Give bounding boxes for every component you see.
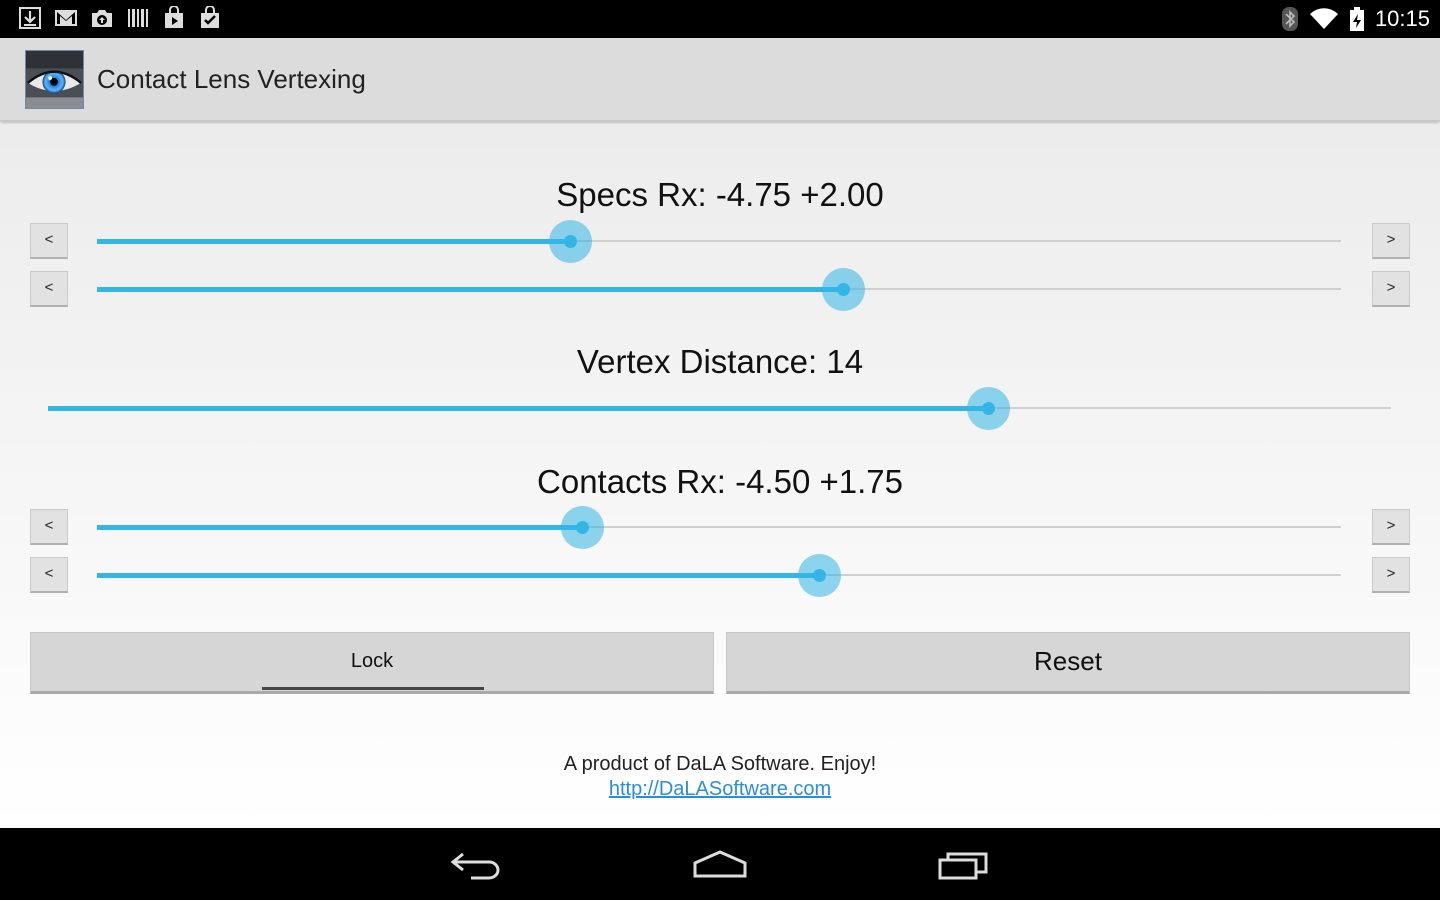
contacts-sphere-slider[interactable] [97,505,1341,549]
contacts-sphere-decrement-button[interactable]: < [30,509,68,545]
bluetooth-icon [1281,7,1298,31]
lock-button[interactable]: Lock [30,632,714,694]
specs-cylinder-increment-button[interactable]: > [1372,271,1410,307]
lock-button-label: Lock [350,650,394,672]
action-bar: Contact Lens Vertexing [0,38,1440,122]
slider-fill [48,406,989,411]
slider-fill [97,287,844,292]
gmail-icon [55,10,77,26]
toggle-indicator [262,687,484,690]
specs-rx-label: Specs Rx: -4.75 +2.00 [556,176,884,213]
vertex-distance-label: Vertex Distance: 14 [576,343,864,380]
slider-fill [97,573,819,578]
contacts-rx-label: Contacts Rx: -4.50 +1.75 [537,463,903,500]
footer-credit: A product of DaLA Software. Enjoy! [563,753,877,775]
slider-thumb-dot [812,569,826,582]
specs-sphere-decrement-button[interactable]: < [30,223,68,259]
play-store-icon [165,6,183,28]
wifi-icon [1309,8,1338,30]
specs-cylinder-slider[interactable] [97,267,1341,311]
contacts-cylinder-slider[interactable] [97,553,1341,597]
slider-fill [97,239,570,244]
battery-icon [1349,7,1364,31]
reset-button[interactable]: Reset [726,632,1410,694]
status-bar: 10:15 [0,0,1440,38]
slider-fill [97,525,583,530]
notification-icons [18,6,222,30]
barcode-icon [128,9,148,27]
specs-cylinder-decrement-button[interactable]: < [30,271,68,307]
footer-link-container: http://DaLASoftware.com [0,778,1440,801]
vertex-distance-slider[interactable] [48,386,1391,430]
contacts-sphere-increment-button[interactable]: > [1372,509,1410,545]
main-content: Specs Rx: -4.75 +2.00 < > < > Vertex Dis… [0,124,1440,828]
contacts-cylinder-increment-button[interactable]: > [1372,557,1410,593]
back-icon[interactable] [447,846,507,882]
slider-thumb-dot [563,235,577,248]
specs-sphere-slider[interactable] [97,219,1341,263]
camera-upload-icon [92,10,112,27]
shopping-check-icon [201,6,219,28]
contacts-cylinder-decrement-button[interactable]: < [30,557,68,593]
website-link[interactable]: http://DaLASoftware.com [609,778,831,800]
specs-sphere-increment-button[interactable]: > [1372,223,1410,259]
navigation-bar [0,828,1440,900]
app-title: Contact Lens Vertexing [97,64,366,94]
system-status: 10:15 [1281,4,1430,34]
slider-thumb-dot [982,402,996,415]
download-icon [19,7,41,29]
home-icon[interactable] [690,846,750,882]
clock: 10:15 [1374,6,1430,31]
recents-icon[interactable] [934,846,994,882]
eye-app-icon[interactable] [25,50,84,109]
